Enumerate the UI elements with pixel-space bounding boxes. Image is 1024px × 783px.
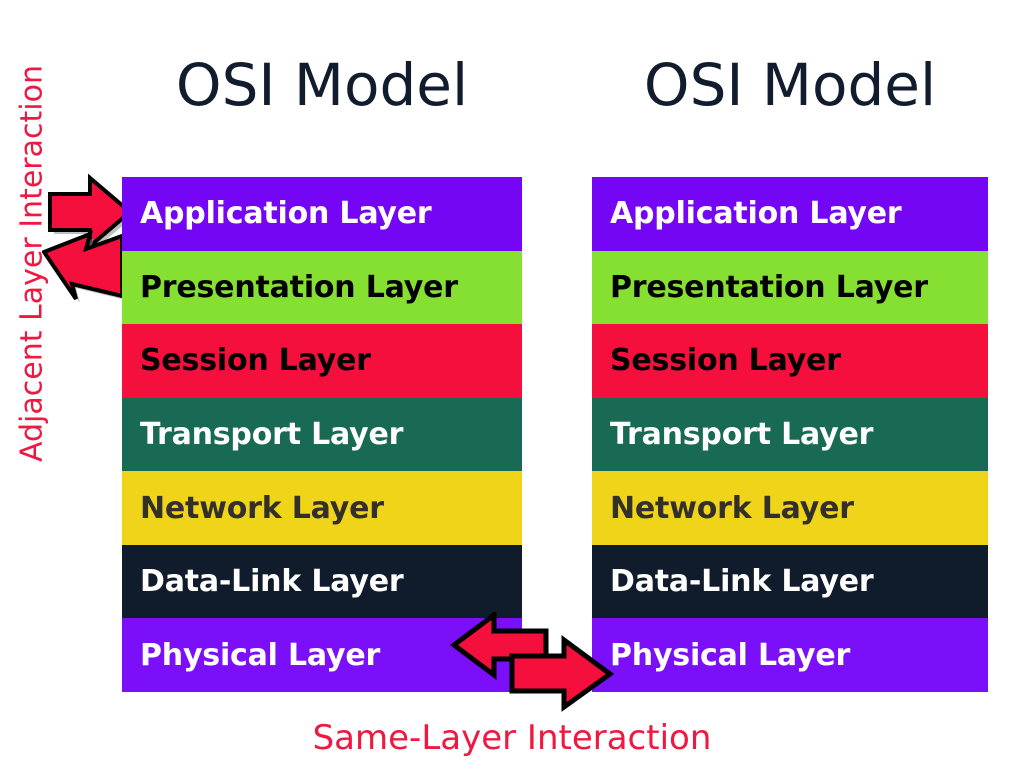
- layer-label: Physical Layer: [610, 637, 851, 673]
- layer-application-right[interactable]: Application Layer: [592, 177, 988, 251]
- layer-label: Application Layer: [610, 196, 902, 232]
- layer-label: Presentation Layer: [140, 269, 458, 305]
- layer-label: Transport Layer: [140, 417, 404, 453]
- same-layer-interaction-label: Same-Layer Interaction: [312, 718, 712, 758]
- layer-datalink-right[interactable]: Data-Link Layer: [592, 544, 988, 619]
- layer-physical-right[interactable]: Physical Layer: [592, 618, 988, 693]
- layer-network-left[interactable]: Network Layer: [122, 471, 522, 545]
- layer-label: Physical Layer: [140, 637, 381, 673]
- layer-label: Data-Link Layer: [610, 564, 874, 600]
- layer-session-left[interactable]: Session Layer: [122, 324, 522, 398]
- layer-transport-left[interactable]: Transport Layer: [122, 397, 522, 472]
- layer-session-right[interactable]: Session Layer: [592, 324, 988, 398]
- layer-network-right[interactable]: Network Layer: [592, 471, 988, 545]
- layer-label: Transport Layer: [610, 417, 874, 453]
- layer-label: Presentation Layer: [610, 269, 928, 305]
- layer-transport-right[interactable]: Transport Layer: [592, 397, 988, 472]
- layer-label: Network Layer: [140, 490, 384, 526]
- layer-datalink-left[interactable]: Data-Link Layer: [122, 544, 522, 619]
- layer-label: Session Layer: [610, 343, 841, 379]
- layer-label: Network Layer: [610, 490, 854, 526]
- layer-label: Data-Link Layer: [140, 564, 404, 600]
- osi-model-diagram: Adjacent Layer Interaction OSI Model OSI…: [0, 0, 1024, 783]
- same-layer-arrows: [450, 612, 615, 712]
- layer-label: Session Layer: [140, 343, 371, 379]
- layer-presentation-right[interactable]: Presentation Layer: [592, 250, 988, 325]
- layer-label: Application Layer: [140, 196, 432, 232]
- page-title-right: OSI Model: [643, 51, 937, 119]
- layer-application-left[interactable]: Application Layer: [122, 177, 522, 251]
- osi-stack-right: Application Layer Presentation Layer Ses…: [592, 177, 988, 693]
- page-title-left: OSI Model: [175, 51, 469, 119]
- layer-presentation-left[interactable]: Presentation Layer: [122, 250, 522, 325]
